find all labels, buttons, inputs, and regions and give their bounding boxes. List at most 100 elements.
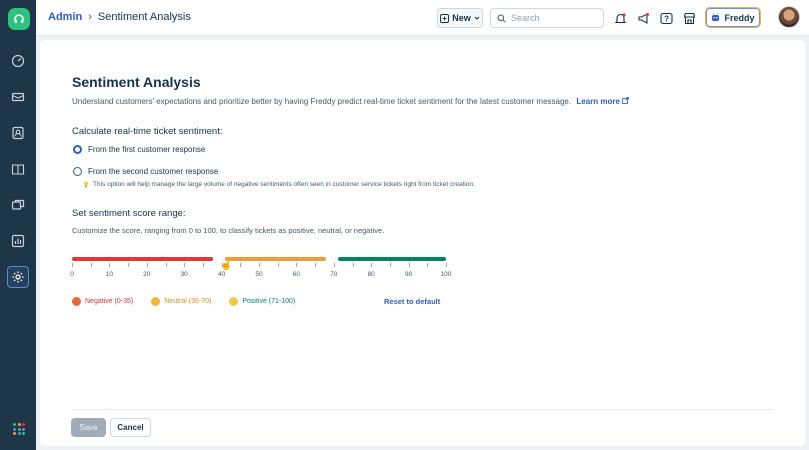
slider-tick-label: 30	[180, 271, 188, 278]
freshdesk-logo-icon[interactable]	[8, 8, 30, 30]
top-header: Admin › Sentiment Analysis New ? Freddy	[36, 0, 809, 36]
calculate-sentiment-heading: Calculate real-time ticket sentiment:	[72, 126, 223, 137]
cancel-button[interactable]: Cancel	[110, 418, 151, 437]
slider-tick	[446, 263, 447, 267]
negative-range-segment[interactable]	[72, 257, 213, 261]
slider-tick	[389, 263, 391, 267]
breadcrumb-admin-link[interactable]: Admin	[48, 11, 82, 23]
chevron-down-icon	[474, 16, 480, 20]
slider-tick	[146, 263, 148, 267]
user-avatar[interactable]	[778, 6, 800, 28]
legend-negative: Negative (0-35)	[72, 297, 133, 306]
radio-first-response-label: From the first customer response	[88, 145, 206, 154]
freddy-button-label: Freddy	[724, 12, 755, 23]
slider-tick	[296, 263, 298, 267]
sentiment-legend: Negative (0-35) Neutral (36-70) Positive…	[72, 297, 313, 306]
radio-second-response-label: From the second customer response	[88, 167, 219, 176]
radio-second-response[interactable]: From the second customer response	[73, 167, 218, 176]
slider-tick	[202, 263, 204, 267]
slider-tick	[90, 263, 92, 267]
slider-tick	[371, 263, 373, 267]
slider-tick	[221, 263, 223, 267]
score-range-heading: Set sentiment score range:	[72, 208, 186, 219]
slider-tick-label: 80	[367, 271, 375, 278]
slider-tick	[128, 263, 130, 267]
help-icon[interactable]: ?	[657, 9, 675, 27]
main-content: Sentiment Analysis Understand customers'…	[40, 40, 805, 446]
slider-tick	[333, 263, 335, 267]
apps-grid-icon[interactable]	[13, 423, 25, 435]
marketplace-store-icon[interactable]	[680, 9, 698, 27]
notifications-bell-icon[interactable]	[611, 9, 629, 27]
radio-second-response-button[interactable]	[73, 167, 82, 176]
second-response-hint: This option will help manage the large v…	[83, 181, 475, 188]
lightbulb-icon	[84, 181, 88, 188]
admin-settings-icon[interactable]	[7, 266, 29, 288]
slider-tick-label: 20	[143, 271, 151, 278]
solutions-icon[interactable]	[7, 158, 29, 180]
slider-tick	[315, 263, 317, 267]
smiling-face-icon	[229, 297, 239, 306]
external-link-icon	[622, 97, 630, 104]
breadcrumb: Admin › Sentiment Analysis	[48, 11, 191, 23]
page-description: Understand customers' expectations and p…	[72, 97, 630, 106]
forums-icon[interactable]	[7, 194, 29, 216]
slider-tick	[240, 263, 242, 267]
legend-neutral: Neutral (36-70)	[151, 297, 211, 306]
breadcrumb-current: Sentiment Analysis	[97, 11, 191, 23]
slider-tick-label: 50	[255, 271, 263, 278]
freddy-bot-icon	[712, 13, 720, 21]
slider-tick	[259, 263, 260, 267]
slider-tick	[427, 263, 429, 267]
contacts-icon[interactable]	[7, 122, 29, 144]
neutral-face-icon	[151, 297, 161, 306]
radio-first-response[interactable]: From the first customer response	[73, 145, 205, 154]
slider-tick-label: 90	[404, 271, 413, 278]
reports-icon[interactable]	[7, 230, 29, 252]
slider-tick	[72, 263, 73, 267]
dashboard-icon[interactable]	[7, 50, 29, 72]
footer-divider	[72, 409, 774, 410]
slider-tick-label: 60	[292, 271, 301, 278]
legend-positive: Positive (71-100)	[229, 297, 295, 306]
search-box[interactable]	[490, 8, 604, 28]
announcements-megaphone-icon[interactable]	[634, 9, 652, 27]
new-button-label: New	[452, 13, 471, 23]
score-range-description: Customize the score, ranging from 0 to 1…	[72, 226, 385, 235]
save-button[interactable]: Save	[71, 418, 106, 437]
slider-tick	[277, 263, 279, 267]
slider-tick	[184, 263, 186, 267]
page-description-text: Understand customers' expectations and p…	[72, 97, 572, 106]
neutral-range-segment[interactable]	[225, 257, 327, 261]
learn-more-label: Learn more	[576, 97, 620, 106]
sidebar	[0, 0, 36, 450]
legend-positive-label: Positive (71-100)	[242, 298, 296, 305]
slider-tick-label: 0	[70, 271, 74, 278]
angry-face-icon	[72, 297, 81, 306]
slider-tick-label: 100	[440, 271, 452, 278]
legend-negative-label: Negative (0-35)	[85, 298, 134, 305]
slider-tick-label: 10	[105, 271, 114, 278]
slider-tick	[352, 263, 354, 267]
radio-first-response-button[interactable]	[73, 145, 82, 154]
search-icon	[497, 14, 506, 23]
search-input[interactable]	[511, 13, 591, 23]
tickets-icon[interactable]	[7, 86, 29, 108]
sentiment-range-slider[interactable]: ☝ 0 10 20 30 40 50 60 70 80 90 100	[70, 254, 451, 284]
slider-tick	[109, 263, 111, 267]
positive-range-segment[interactable]	[337, 257, 446, 261]
new-button[interactable]: New	[437, 8, 483, 28]
slider-tick-label: 70	[330, 271, 338, 278]
second-response-hint-text: This option will help manage the large v…	[93, 181, 475, 188]
freddy-button[interactable]: Freddy	[705, 7, 761, 28]
legend-neutral-label: Neutral (36-70)	[164, 298, 212, 305]
slider-tick	[408, 263, 410, 267]
reset-to-default-link[interactable]: Reset to default	[384, 297, 440, 306]
slider-tick	[165, 263, 167, 267]
svg-text:?: ?	[664, 14, 669, 23]
plus-box-icon	[440, 13, 450, 23]
page-title: Sentiment Analysis	[72, 74, 201, 90]
learn-more-link[interactable]: Learn more	[576, 97, 630, 106]
breadcrumb-separator: ›	[88, 11, 92, 23]
slider-tick-label: 40	[217, 271, 226, 278]
